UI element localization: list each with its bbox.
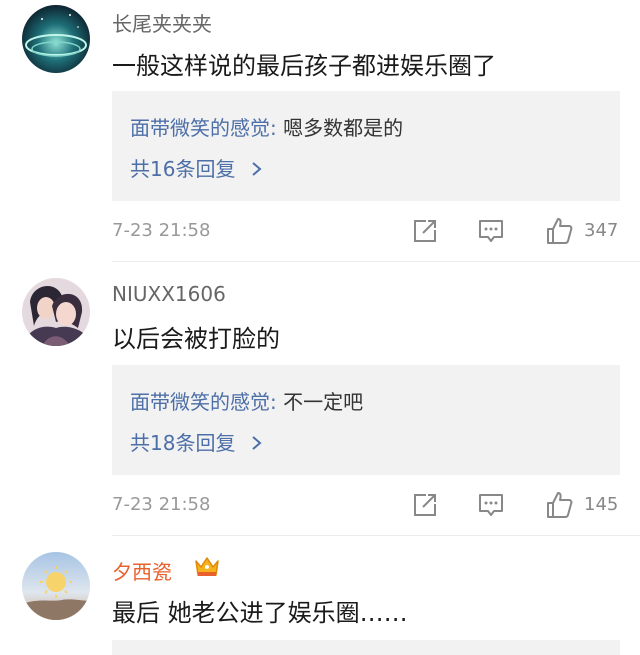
chevron-right-icon xyxy=(252,162,262,176)
thumbs-up-icon[interactable] xyxy=(544,490,574,520)
reply-colon: : xyxy=(270,390,284,414)
avatar[interactable] xyxy=(22,5,90,73)
like-count: 145 xyxy=(584,494,619,515)
comment-text: 最后 她老公进了娱乐圈…… xyxy=(112,599,408,627)
chevron-right-icon xyxy=(252,436,262,450)
timestamp: 7-23 21:58 xyxy=(112,494,211,515)
reply-author[interactable]: 面带微笑的感觉 xyxy=(130,116,270,140)
reply-line: 面带微笑的感觉: 不一定吧 xyxy=(130,386,363,415)
timestamp: 7-23 21:58 xyxy=(112,220,211,241)
comment-text: 以后会被打脸的 xyxy=(112,325,280,353)
comment-item: NIUXX1606 以后会被打脸的 面带微笑的感觉: 不一定吧 共18条回复 7… xyxy=(0,262,640,536)
username[interactable]: 夕西瓷 xyxy=(112,556,172,585)
reply-colon: : xyxy=(270,116,284,140)
reply-line: 面带微笑的感觉: 嗯多数都是的 xyxy=(130,112,403,141)
more-replies-link[interactable]: 共18条回复 xyxy=(130,427,264,456)
comment-icon[interactable] xyxy=(476,490,506,520)
thumbs-up-icon[interactable] xyxy=(544,216,574,246)
reply-preview[interactable]: 面带微笑的感觉: 嗯多数都是的 共16条回复 xyxy=(112,91,620,201)
avatar[interactable] xyxy=(22,278,90,346)
comment-item: 夕西瓷 最后 她老公进了娱乐圈…… xyxy=(0,536,640,655)
avatar[interactable] xyxy=(22,552,90,620)
share-icon[interactable] xyxy=(410,216,440,246)
more-replies-link[interactable]: 共16条回复 xyxy=(130,153,264,182)
username[interactable]: NIUXX1606 xyxy=(112,282,226,306)
comment-icon[interactable] xyxy=(476,216,506,246)
like-count: 347 xyxy=(584,220,619,241)
reply-text: 嗯多数都是的 xyxy=(283,116,404,140)
crown-icon xyxy=(195,557,219,576)
comment-text: 一般这样说的最后孩子都进娱乐圈了 xyxy=(112,52,496,80)
reply-text: 不一定吧 xyxy=(283,390,364,414)
reply-preview[interactable] xyxy=(112,640,620,655)
more-replies-label: 共16条回复 xyxy=(130,157,236,181)
comment-item: 长尾夹夹夹 一般这样说的最后孩子都进娱乐圈了 面带微笑的感觉: 嗯多数都是的 共… xyxy=(0,0,640,262)
more-replies-label: 共18条回复 xyxy=(130,431,236,455)
share-icon[interactable] xyxy=(410,490,440,520)
reply-author[interactable]: 面带微笑的感觉 xyxy=(130,390,270,414)
reply-preview[interactable]: 面带微笑的感觉: 不一定吧 共18条回复 xyxy=(112,365,620,475)
username[interactable]: 长尾夹夹夹 xyxy=(112,8,212,37)
